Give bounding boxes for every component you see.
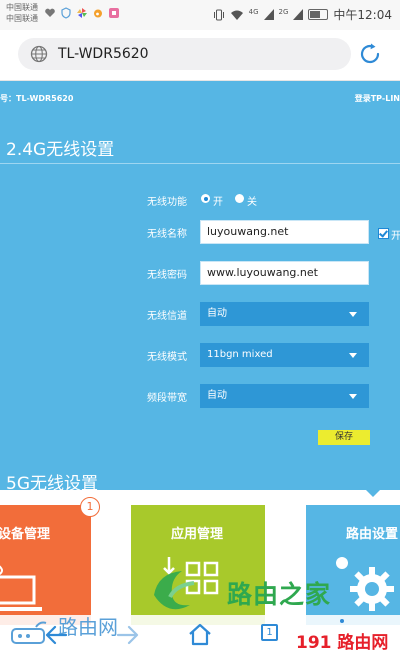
channel-select-value: 自动	[207, 308, 227, 319]
hide-ssid-checkbox-label: 开	[391, 231, 400, 242]
login-tplink-link[interactable]: 登录TP-LIN	[355, 93, 400, 104]
carrier-label-2: 中国联通	[6, 14, 38, 23]
shield-icon	[61, 7, 71, 19]
device-management-tile[interactable]: 设备管理	[0, 505, 91, 625]
password-input[interactable]: www.luyouwang.net	[200, 261, 369, 285]
radio-on-label: 开	[213, 197, 223, 208]
radio-off[interactable]	[235, 194, 244, 203]
battery-icon	[308, 9, 329, 20]
mode-select-value: 11bgn mixed	[207, 349, 273, 360]
device-management-badge: 1	[80, 497, 100, 517]
home-icon[interactable]	[187, 622, 213, 646]
bandwidth-select-value: 自动	[207, 390, 227, 401]
heart-icon	[45, 8, 55, 17]
chevron-down-icon	[349, 312, 357, 317]
site-watermark: 191 路由网	[296, 628, 388, 653]
section-24g-title: 2.4G无线设置	[6, 140, 115, 160]
laptop-icon	[0, 565, 42, 611]
chevron-down-icon	[349, 353, 357, 358]
ssid-input[interactable]: luyouwang.net	[200, 220, 369, 244]
weibo-icon	[94, 9, 102, 18]
status-bar: 中国联通 中国联通 4G 2G 中午12:04	[0, 0, 400, 30]
carrier-label-1: 中国联通	[6, 3, 38, 12]
site-watermark-text: 路由网	[337, 633, 389, 653]
notification-icons	[44, 7, 120, 19]
section-5g-title: 5G无线设置	[6, 474, 98, 490]
bandwidth-select[interactable]: 自动	[200, 384, 369, 408]
clock: 中午12:04	[333, 8, 392, 22]
tile-pointer	[366, 490, 380, 497]
globe-icon	[30, 45, 48, 63]
app-icon	[109, 8, 119, 18]
reload-icon[interactable]	[358, 42, 382, 66]
network-type-4g: 4G	[248, 7, 259, 16]
brand-watermark-text: 路由之家	[227, 580, 332, 609]
device-management-label: 设备管理	[0, 527, 51, 542]
hide-ssid-checkbox[interactable]	[378, 228, 389, 239]
channel-select[interactable]: 自动	[200, 302, 369, 326]
router-settings-label: 路由设置	[346, 527, 399, 542]
channel-label: 无线信道	[147, 311, 187, 322]
address-bar[interactable]: TL-WDR5620	[18, 38, 351, 70]
mode-select[interactable]: 11bgn mixed	[200, 343, 369, 367]
chevron-down-icon	[349, 394, 357, 399]
tabs-button[interactable]: 1	[261, 624, 278, 641]
save-button[interactable]: 保存	[318, 430, 370, 445]
password-label: 无线密码	[147, 270, 187, 281]
browser-toolbar: TL-WDR5620	[0, 30, 400, 81]
ssid-label: 无线名称	[147, 229, 187, 240]
network-type-2g: 2G	[278, 7, 289, 16]
router-config-page: 号：TL-WDR5620 登录TP-LIN 2.4G无线设置 无线功能 开 关 …	[0, 81, 400, 490]
url-text: TL-WDR5620	[58, 46, 149, 62]
radio-on[interactable]	[201, 194, 210, 203]
app-management-label: 应用管理	[171, 527, 224, 542]
mode-label: 无线模式	[147, 352, 187, 363]
signal-icon-1	[263, 9, 274, 20]
pinwheel-icon	[77, 8, 87, 18]
wireless-function-label: 无线功能	[147, 197, 187, 208]
site-watermark-number: 191	[296, 633, 332, 653]
vibrate-icon	[213, 9, 224, 20]
signal-icon-2	[293, 9, 304, 20]
section-divider	[0, 163, 400, 164]
status-indicators: 4G 2G 中午12:04	[213, 6, 392, 23]
model-label: 号：TL-WDR5620	[0, 94, 74, 103]
bandwidth-label: 频段带宽	[147, 393, 187, 404]
back-icon[interactable]	[44, 623, 70, 647]
forward-icon[interactable]	[114, 623, 140, 647]
menu-icon[interactable]	[340, 619, 344, 623]
wifi-icon	[230, 10, 243, 20]
radio-off-label: 关	[247, 197, 257, 208]
